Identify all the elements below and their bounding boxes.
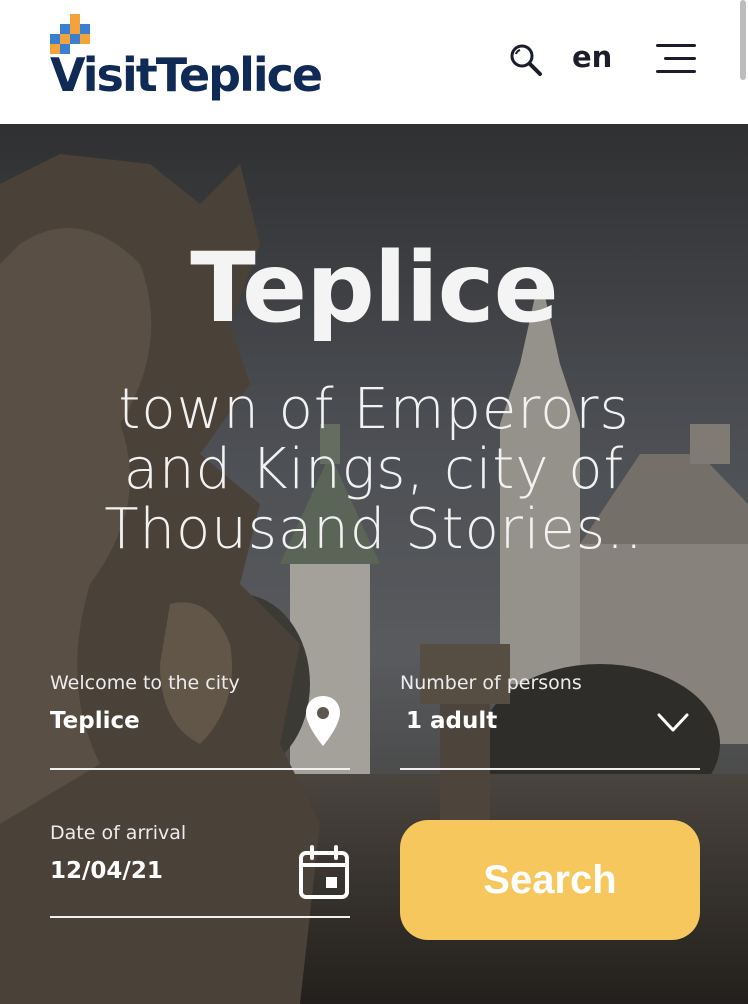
hamburger-menu-icon[interactable] bbox=[652, 40, 696, 76]
persons-label: Number of persons bbox=[400, 672, 582, 694]
city-underline bbox=[50, 768, 350, 770]
chevron-down-icon[interactable] bbox=[656, 712, 690, 734]
arrival-underline bbox=[50, 916, 350, 918]
search-icon[interactable] bbox=[508, 42, 544, 78]
persons-underline bbox=[400, 768, 700, 770]
city-field[interactable]: Teplice bbox=[50, 708, 140, 734]
language-switcher[interactable]: en bbox=[572, 40, 612, 74]
location-pin-icon[interactable] bbox=[304, 694, 342, 748]
hero-subtitle: town of Emperors and Kings, city of Thou… bbox=[104, 377, 644, 562]
arrival-date-field[interactable]: 12/04/21 bbox=[50, 858, 163, 884]
visitteplice-logo[interactable]: VisitTeplice bbox=[50, 14, 350, 109]
arrival-label: Date of arrival bbox=[50, 822, 187, 844]
site-header: VisitTeplice en bbox=[0, 0, 748, 124]
hero-title: Teplice bbox=[190, 232, 558, 344]
persons-select[interactable]: 1 adult bbox=[406, 708, 497, 734]
hero-section: Teplice town of Emperors and Kings, city… bbox=[0, 124, 748, 1004]
city-label: Welcome to the city bbox=[50, 672, 240, 694]
brand-name: VisitTeplice bbox=[50, 48, 323, 102]
calendar-icon[interactable] bbox=[298, 844, 350, 900]
scrollbar[interactable] bbox=[740, 0, 746, 80]
search-button[interactable]: Search bbox=[400, 820, 700, 940]
